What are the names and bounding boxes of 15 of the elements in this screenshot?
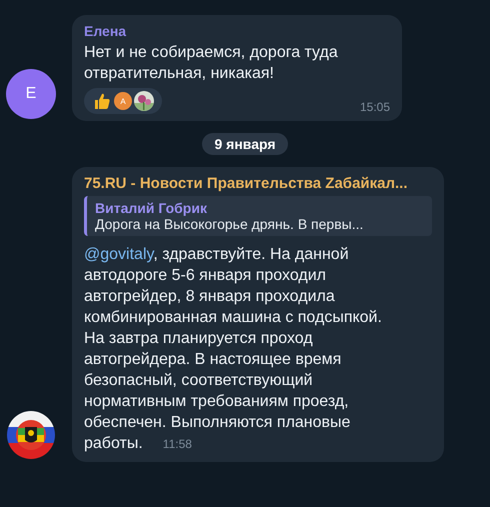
reply-quote[interactable]: Виталий Гобрик Дорога на Высокогорье дрянь. В первы... — [84, 196, 432, 236]
message-text: Нет и не собираемся, дорога туда отвратительная, никакая! — [84, 43, 339, 84]
reactor-avatar: A — [114, 92, 132, 110]
thumbs-up-icon — [92, 91, 112, 111]
reply-text: Дорога на Высокогорье дрянь. В первы... — [95, 216, 364, 232]
message-time: 15:05 — [360, 100, 390, 114]
sender-name[interactable]: Елена — [84, 23, 390, 39]
message-text: @govitaly, здравствуйте. На данной автодороге 5-6 января проходил автогрейдер, 8 января проходила комбинированная машина с подсыпкой. На завтра планируется проход автогрейдера. В настоящее время безопасный, соответствующий нормативным требованиям проезд, обеспечен. Выполняются плановые работы. 11:58 — [84, 245, 383, 454]
emblem-avatar[interactable] — [6, 410, 56, 460]
message-time: 11:58 — [162, 437, 192, 451]
date-separator: 9 января — [202, 133, 288, 155]
mention-link[interactable]: @govitaly — [84, 246, 154, 263]
avatar[interactable]: Е — [6, 69, 56, 119]
sender-name[interactable]: 75.RU - Новости Правительства Zабайкал... — [84, 175, 432, 192]
reply-author: Виталий Гобрик — [95, 200, 208, 216]
